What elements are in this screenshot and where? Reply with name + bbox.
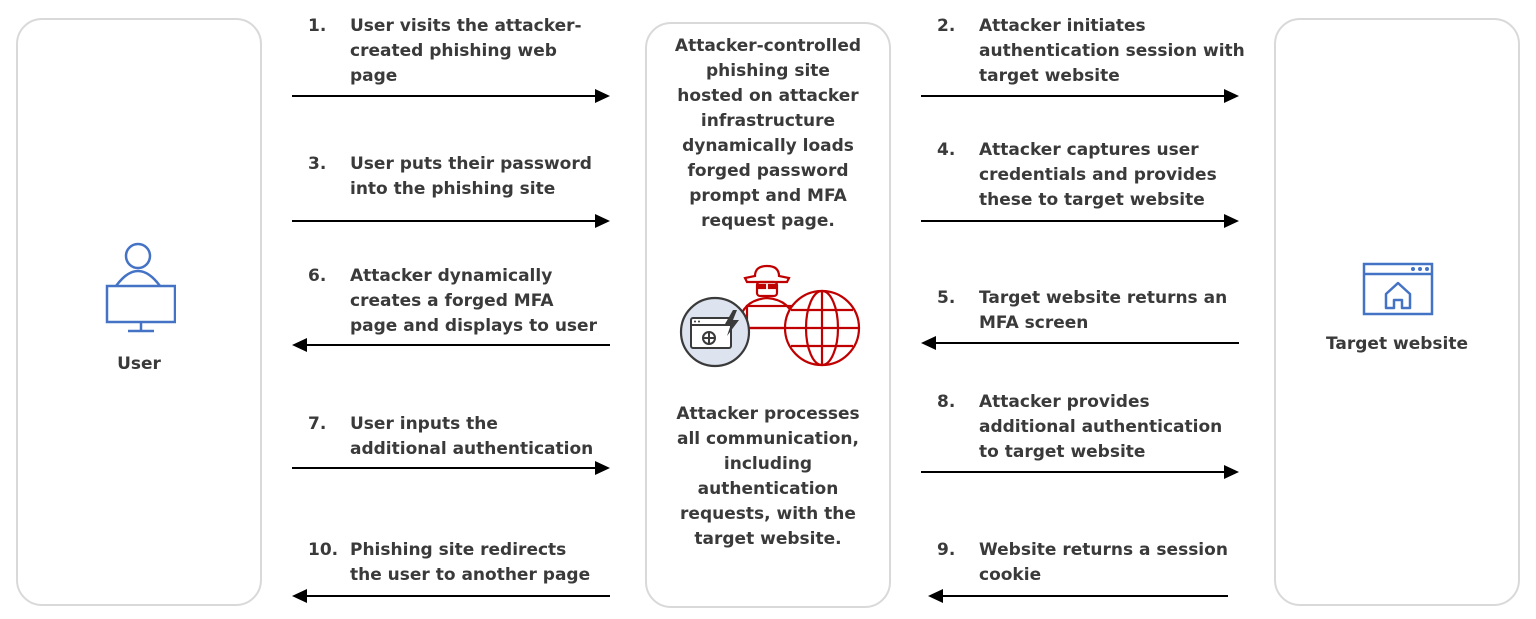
step-text: User puts their password into the phishi… bbox=[350, 154, 592, 199]
arrow-right-step-1 bbox=[292, 89, 610, 103]
arrow-left-step-9 bbox=[928, 589, 1228, 603]
step-text: Attacker initiates authentication sessio… bbox=[979, 16, 1245, 86]
target-website-box: Target website bbox=[1274, 18, 1520, 606]
arrow-left-step-6 bbox=[292, 338, 610, 352]
hacker-phishing-globe-icon bbox=[679, 264, 861, 368]
step-text: Attacker dynamically creates a forged MF… bbox=[350, 266, 597, 336]
arrow-right-step-7 bbox=[292, 461, 610, 475]
step-text: Phishing site redirects the user to anot… bbox=[350, 540, 591, 585]
arrow-left-step-5 bbox=[921, 336, 1239, 350]
step-text: User inputs the additional authenticatio… bbox=[350, 414, 594, 459]
step-number: 10. bbox=[308, 540, 339, 560]
attacker-site-description: Attacker-controlled phishing site hosted… bbox=[674, 36, 862, 231]
step-number: 7. bbox=[308, 414, 327, 434]
arrow-right-step-3 bbox=[292, 214, 610, 228]
step-number: 4. bbox=[937, 140, 956, 160]
step-number: 8. bbox=[937, 392, 956, 412]
step-number: 9. bbox=[937, 540, 956, 560]
user-label: User bbox=[117, 354, 161, 374]
step-number: 1. bbox=[308, 16, 327, 36]
step-number: 2. bbox=[937, 16, 956, 36]
step-text: Target website returns an MFA screen bbox=[979, 288, 1228, 333]
step-text: Website returns a session cookie bbox=[979, 540, 1228, 585]
attacker-site-box: Attacker-controlled phishing site hosted… bbox=[645, 22, 891, 608]
arrow-left-step-10 bbox=[292, 589, 610, 603]
target-website-label: Target website bbox=[1325, 334, 1468, 354]
arrow-right-step-8 bbox=[921, 465, 1239, 479]
step-number: 3. bbox=[308, 154, 327, 174]
attacker-processing-description: Attacker processes all communication, in… bbox=[676, 404, 860, 549]
step-text: Attacker captures user credentials and p… bbox=[979, 140, 1217, 210]
user-actor-box: User bbox=[16, 18, 262, 606]
step-text: Attacker provides additional authenticat… bbox=[979, 392, 1223, 462]
user-at-computer-icon bbox=[105, 242, 176, 333]
browser-home-icon bbox=[1362, 262, 1434, 316]
arrow-right-step-4 bbox=[921, 214, 1239, 228]
step-number: 6. bbox=[308, 266, 327, 286]
step-number: 5. bbox=[937, 288, 956, 308]
arrow-right-step-2 bbox=[921, 89, 1239, 103]
step-text: User visits the attacker- created phishi… bbox=[350, 16, 582, 86]
